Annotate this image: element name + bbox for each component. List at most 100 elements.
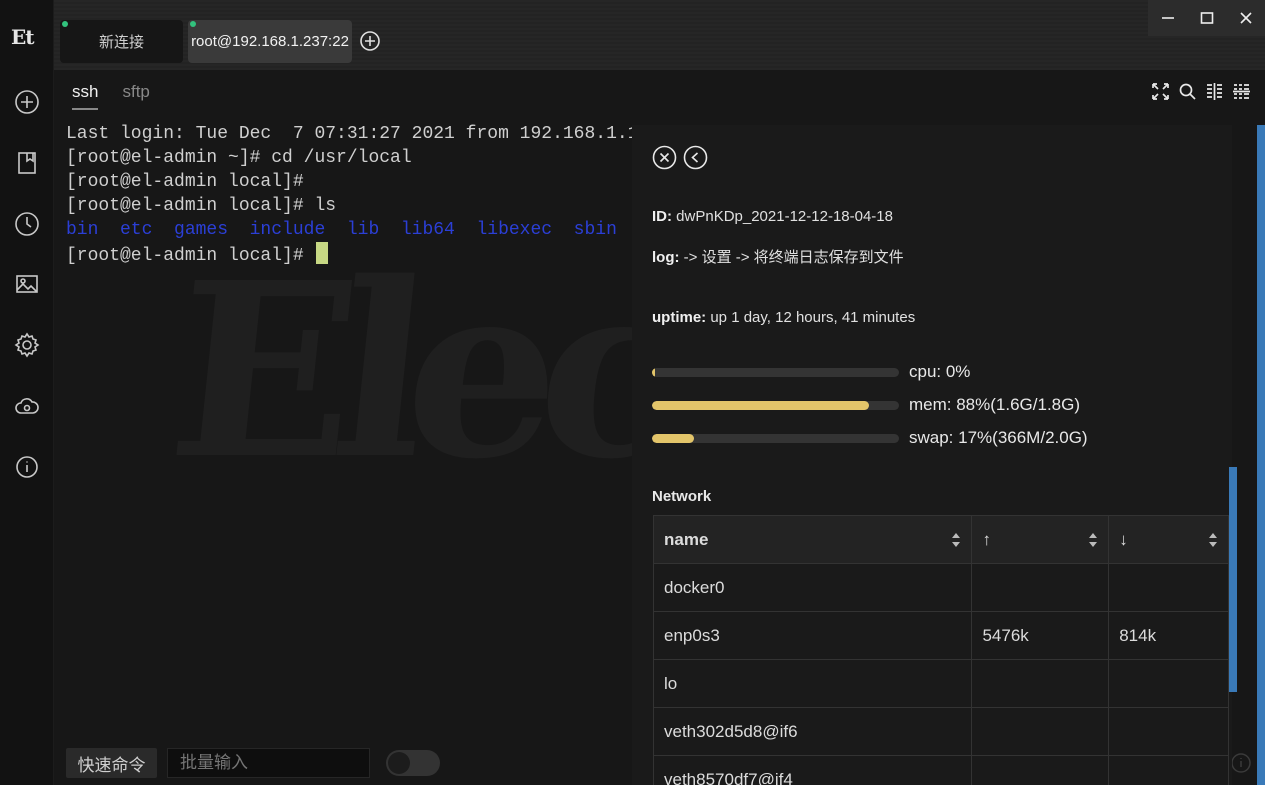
bookmark-icon bbox=[18, 152, 36, 174]
minimize-icon bbox=[1161, 17, 1174, 19]
cpu-meter: cpu: 0% bbox=[652, 362, 970, 382]
tab-session[interactable]: root@192.168.1.237:22 bbox=[188, 20, 352, 63]
cloud-icon bbox=[15, 398, 39, 414]
table-cell: 5476k bbox=[971, 611, 1110, 660]
bottom-bar: 快速命令 bbox=[66, 748, 440, 778]
log-label: log: bbox=[652, 249, 680, 266]
window-controls bbox=[1148, 0, 1265, 36]
session-subtabs: ssh sftp bbox=[72, 82, 150, 110]
id-label: ID: bbox=[652, 208, 672, 225]
table-cell bbox=[971, 755, 1110, 785]
maximize-button[interactable] bbox=[1187, 0, 1226, 36]
tab-new-connection[interactable]: 新连接 bbox=[60, 20, 183, 63]
split-horizontal-button[interactable] bbox=[1232, 82, 1251, 101]
search-icon bbox=[1179, 83, 1196, 100]
split-vertical-button[interactable] bbox=[1205, 82, 1224, 101]
table-cell: docker0 bbox=[652, 563, 973, 612]
fullscreen-icon bbox=[1152, 83, 1169, 100]
table-cell bbox=[1108, 659, 1229, 708]
bookmarks-button[interactable] bbox=[11, 147, 43, 179]
cpu-meter-fill bbox=[652, 367, 655, 377]
log-info: log: -> 设置 -> 将终端日志保存到文件 bbox=[652, 246, 904, 267]
header-label: ↑ bbox=[982, 529, 991, 549]
quick-command-button[interactable]: 快速命令 bbox=[66, 748, 157, 778]
tab-ssh[interactable]: ssh bbox=[72, 82, 99, 110]
status-info-button[interactable] bbox=[1230, 752, 1252, 779]
table-cell bbox=[1108, 563, 1229, 612]
table-row: lo bbox=[652, 659, 1229, 708]
plus-circle-icon bbox=[360, 31, 380, 51]
panel-scrollbar[interactable] bbox=[1229, 467, 1237, 692]
app-logo: Et bbox=[11, 25, 34, 49]
status-dot bbox=[62, 21, 68, 27]
sidebar: Et bbox=[0, 0, 54, 785]
network-title: Network bbox=[652, 488, 712, 505]
search-button[interactable] bbox=[1178, 82, 1197, 101]
sort-icon bbox=[951, 531, 961, 549]
clock-icon bbox=[15, 212, 39, 236]
table-cell: lo bbox=[652, 659, 973, 708]
cloud-sync-button[interactable] bbox=[11, 390, 43, 422]
tab-sftp[interactable]: sftp bbox=[122, 82, 149, 110]
table-cell: veth8570df7@if4 bbox=[652, 755, 973, 785]
table-cell: veth302d5d8@if6 bbox=[652, 707, 973, 756]
close-icon bbox=[1239, 12, 1252, 24]
plus-circle-icon bbox=[15, 90, 39, 114]
server-status-panel: ID: dwPnKDp_2021-12-12-18-04-18 log: -> … bbox=[632, 125, 1232, 785]
new-connection-button[interactable] bbox=[11, 86, 43, 118]
session-id: ID: dwPnKDp_2021-12-12-18-04-18 bbox=[652, 208, 893, 225]
table-cell bbox=[971, 707, 1110, 756]
mem-meter-track bbox=[652, 400, 899, 410]
info-icon bbox=[16, 456, 38, 478]
network-table: name ↑ ↓ docker0 enp0s3 5476k 814k lo veth… bbox=[652, 515, 1229, 785]
split-horizontal-icon bbox=[1233, 84, 1250, 99]
status-dot bbox=[190, 21, 196, 27]
table-row: veth302d5d8@if6 bbox=[652, 707, 1229, 756]
gear-icon bbox=[14, 332, 40, 358]
panel-collapse-button[interactable] bbox=[683, 145, 708, 170]
uptime-info: uptime: up 1 day, 12 hours, 41 minutes bbox=[652, 309, 915, 326]
table-cell bbox=[1108, 755, 1229, 785]
terminal-scrollbar[interactable] bbox=[1257, 125, 1265, 785]
table-cell bbox=[1108, 707, 1229, 756]
table-cell bbox=[971, 659, 1110, 708]
tab-label: 新连接 bbox=[98, 34, 144, 51]
image-button[interactable] bbox=[11, 268, 43, 300]
column-header-download[interactable]: ↓ bbox=[1108, 515, 1229, 564]
history-button[interactable] bbox=[11, 208, 43, 240]
header-label: ↓ bbox=[1119, 529, 1128, 549]
title-bar: 新连接 root@192.168.1.237:22 bbox=[54, 0, 1265, 70]
panel-close-button[interactable] bbox=[652, 145, 677, 170]
minimize-button[interactable] bbox=[1148, 0, 1187, 36]
terminal-cursor bbox=[316, 242, 329, 264]
panel-controls bbox=[652, 145, 708, 170]
header-label: name bbox=[664, 529, 709, 549]
table-row: enp0s3 5476k 814k bbox=[652, 611, 1229, 660]
table-header-row: name ↑ ↓ bbox=[652, 515, 1229, 564]
id-value: dwPnKDp_2021-12-12-18-04-18 bbox=[676, 208, 893, 225]
terminal-prompt: [root@el-admin local]# bbox=[66, 246, 315, 266]
close-circle-icon bbox=[652, 145, 677, 170]
fullscreen-button[interactable] bbox=[1151, 82, 1170, 101]
batch-input-field[interactable] bbox=[167, 748, 370, 778]
swap-meter-fill bbox=[652, 433, 694, 443]
table-row: veth8570df7@if4 bbox=[652, 755, 1229, 785]
column-header-upload[interactable]: ↑ bbox=[971, 515, 1110, 564]
sort-icon bbox=[1208, 531, 1218, 549]
settings-button[interactable] bbox=[11, 329, 43, 361]
info-icon bbox=[1231, 753, 1251, 773]
batch-toggle[interactable] bbox=[386, 750, 440, 776]
uptime-value: up 1 day, 12 hours, 41 minutes bbox=[710, 309, 916, 326]
table-cell bbox=[971, 563, 1110, 612]
table-cell: 814k bbox=[1108, 611, 1229, 660]
cpu-label: cpu: 0% bbox=[909, 362, 971, 381]
table-row: docker0 bbox=[652, 563, 1229, 612]
add-tab-button[interactable] bbox=[359, 30, 381, 52]
mem-meter: mem: 88%(1.6G/1.8G) bbox=[652, 395, 1080, 415]
column-header-name[interactable]: name bbox=[652, 515, 973, 564]
terminal-toolbar bbox=[1151, 82, 1251, 101]
sort-icon bbox=[1088, 531, 1098, 549]
maximize-icon bbox=[1200, 12, 1213, 24]
about-button[interactable] bbox=[11, 451, 43, 483]
close-button[interactable] bbox=[1226, 0, 1265, 36]
